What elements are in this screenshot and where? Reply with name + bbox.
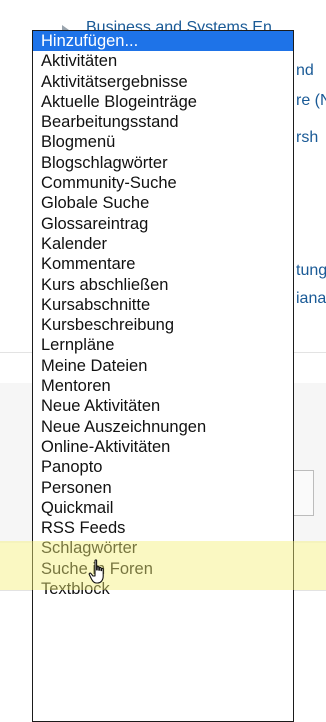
background-text-fragment: nd: [296, 62, 314, 79]
dropdown-option[interactable]: Neue Auszeichnungen: [33, 417, 293, 437]
dropdown-option[interactable]: RSS Feeds: [33, 518, 293, 538]
dropdown-option[interactable]: Kalender: [33, 234, 293, 254]
dropdown-option[interactable]: Globale Suche: [33, 193, 293, 213]
background-text-fragment: rsh: [296, 129, 319, 146]
dropdown-option[interactable]: Online-Aktivitäten: [33, 437, 293, 457]
dropdown-option[interactable]: Bearbeitungsstand: [33, 112, 293, 132]
dropdown-option[interactable]: Mentoren: [33, 376, 293, 396]
dropdown-option[interactable]: Schlagwörter: [33, 538, 293, 558]
dropdown-option[interactable]: Community-Suche: [33, 173, 293, 193]
dropdown-option[interactable]: Meine Dateien: [33, 356, 293, 376]
dropdown-option[interactable]: Glossareintrag: [33, 214, 293, 234]
background-text-fragment: iana: [296, 290, 326, 307]
background-text-fragment: re (N: [296, 92, 326, 109]
dropdown-option[interactable]: Blogschlagwörter: [33, 153, 293, 173]
hand-pointer-icon: [88, 559, 104, 584]
dropdown-option[interactable]: Neue Aktivitäten: [33, 396, 293, 416]
dropdown-option[interactable]: Kommentare: [33, 254, 293, 274]
dropdown-option[interactable]: Suche in Foren: [33, 559, 293, 579]
dropdown-option[interactable]: Kursbeschreibung: [33, 315, 293, 335]
add-block-dropdown[interactable]: Hinzufügen... Aktivitäten Aktivitätsergebn…: [32, 30, 294, 722]
background-text-fragment: tung: [296, 262, 326, 279]
dropdown-option[interactable]: Panopto: [33, 457, 293, 477]
dropdown-option[interactable]: Aktivitätsergebnisse: [33, 72, 293, 92]
dropdown-option[interactable]: Kurs abschließen: [33, 275, 293, 295]
dropdown-option[interactable]: Blogmenü: [33, 132, 293, 152]
dropdown-option[interactable]: Textblock: [33, 579, 293, 599]
dropdown-option[interactable]: Kursabschnitte: [33, 295, 293, 315]
dropdown-option[interactable]: Lernpläne: [33, 335, 293, 355]
dropdown-option[interactable]: Quickmail: [33, 498, 293, 518]
dropdown-option[interactable]: Personen: [33, 478, 293, 498]
dropdown-option[interactable]: Aktivitäten: [33, 51, 293, 71]
dropdown-option[interactable]: Aktuelle Blogeinträge: [33, 92, 293, 112]
dropdown-option[interactable]: Hinzufügen...: [33, 31, 293, 52]
